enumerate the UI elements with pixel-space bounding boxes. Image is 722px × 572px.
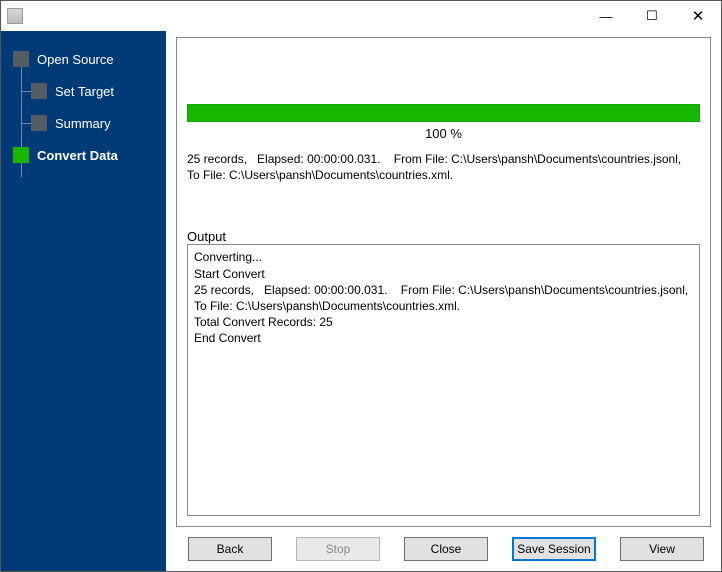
stop-button: Stop xyxy=(296,537,380,561)
titlebar: — ☐ ✕ xyxy=(1,1,721,31)
step-box-icon xyxy=(31,115,47,131)
window-controls: — ☐ ✕ xyxy=(583,1,721,31)
progress-label: 100 % xyxy=(187,122,700,151)
wizard-step-open-source[interactable]: Open Source xyxy=(1,43,166,75)
button-row: Back Stop Close Save Session View xyxy=(176,527,711,563)
close-window-button[interactable]: ✕ xyxy=(675,1,721,31)
progress-bar xyxy=(187,104,700,122)
minimize-button[interactable]: — xyxy=(583,1,629,31)
app-window: — ☐ ✕ Open Source Set Target Summary Conver… xyxy=(0,0,722,572)
content-frame: 100 % 25 records, Elapsed: 00:00:00.031.… xyxy=(176,37,711,527)
output-box[interactable]: Converting... Start Convert 25 records, … xyxy=(187,244,700,516)
wizard-sidebar: Open Source Set Target Summary Convert Data xyxy=(1,31,166,571)
wizard-step-set-target[interactable]: Set Target xyxy=(1,75,166,107)
tree-connector xyxy=(21,91,31,92)
tree-connector xyxy=(21,123,31,124)
summary-text: 25 records, Elapsed: 00:00:00.031. From … xyxy=(187,151,700,183)
app-icon xyxy=(7,8,23,24)
close-button[interactable]: Close xyxy=(404,537,488,561)
step-label: Convert Data xyxy=(37,148,118,163)
output-label: Output xyxy=(187,229,700,244)
wizard-step-convert-data[interactable]: Convert Data xyxy=(1,139,166,171)
spacer xyxy=(187,48,700,104)
step-label: Set Target xyxy=(55,84,114,99)
save-session-button[interactable]: Save Session xyxy=(512,537,596,561)
step-label: Open Source xyxy=(37,52,114,67)
body: Open Source Set Target Summary Convert Data… xyxy=(1,31,721,571)
step-box-icon xyxy=(31,83,47,99)
wizard-step-summary[interactable]: Summary xyxy=(1,107,166,139)
main-panel: 100 % 25 records, Elapsed: 00:00:00.031.… xyxy=(166,31,721,571)
view-button[interactable]: View xyxy=(620,537,704,561)
step-box-icon xyxy=(13,51,29,67)
maximize-button[interactable]: ☐ xyxy=(629,1,675,31)
step-box-icon xyxy=(13,147,29,163)
step-label: Summary xyxy=(55,116,111,131)
back-button[interactable]: Back xyxy=(188,537,272,561)
progress-wrap: 100 % xyxy=(187,104,700,151)
